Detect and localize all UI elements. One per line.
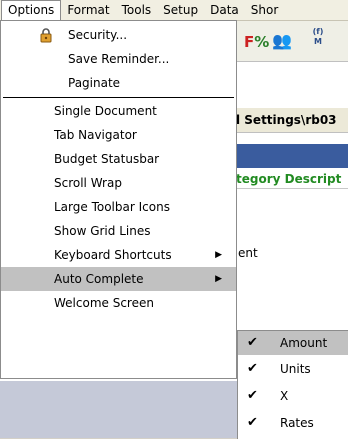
menu-item-scroll-wrap[interactable]: Scroll Wrap: [1, 171, 236, 195]
submenu-arrow-icon: ▶: [215, 250, 222, 260]
submenu-item-label: Amount: [280, 336, 328, 350]
submenu-item-rates[interactable]: ✔ Rates: [238, 411, 348, 435]
formula-percent-icon[interactable]: F%: [244, 33, 269, 51]
submenu-item-x[interactable]: ✔ X: [238, 384, 348, 408]
menu-item-label: Large Toolbar Icons: [54, 200, 170, 214]
checkmark-icon: ✔: [247, 361, 258, 376]
menu-setup[interactable]: Setup: [157, 0, 204, 20]
menu-item-single-document[interactable]: Single Document: [1, 99, 236, 123]
menu-data[interactable]: Data: [204, 0, 245, 20]
menu-item-security[interactable]: Security...: [1, 23, 236, 47]
menu-item-label: Security...: [68, 28, 128, 42]
menu-item-label: Scroll Wrap: [54, 176, 122, 190]
menu-item-label: Save Reminder...: [68, 52, 170, 66]
submenu-arrow-icon: ▶: [215, 274, 222, 284]
file-path-bar: l Settings\rb03: [236, 108, 348, 133]
menu-tools[interactable]: Tools: [116, 0, 158, 20]
menu-item-keyboard-shortcuts[interactable]: Keyboard Shortcuts ▶: [1, 243, 236, 267]
menu-item-save-reminder[interactable]: Save Reminder...: [1, 47, 236, 71]
header-bar: [236, 144, 348, 168]
menu-item-label: Keyboard Shortcuts: [54, 248, 172, 262]
menu-shortcuts[interactable]: Shor: [245, 0, 285, 20]
fm-icon[interactable]: (f) M: [306, 27, 330, 55]
menu-item-auto-complete[interactable]: Auto Complete ▶: [1, 267, 236, 291]
submenu-item-label: Units: [280, 362, 311, 376]
background-text: ent: [238, 246, 258, 260]
category-description-header: tegory Descript: [236, 170, 348, 189]
menu-item-label: Single Document: [54, 104, 157, 118]
checkmark-icon: ✔: [247, 335, 258, 350]
submenu-item-label: Rates: [280, 416, 314, 430]
submenu-item-label: X: [280, 389, 289, 403]
menu-format[interactable]: Format: [61, 0, 115, 20]
menu-separator: [3, 97, 234, 98]
menu-item-label: Paginate: [68, 76, 121, 90]
menu-item-welcome-screen[interactable]: Welcome Screen: [1, 291, 236, 315]
menu-item-label: Budget Statusbar: [54, 152, 160, 166]
menu-item-label: Show Grid Lines: [54, 224, 151, 238]
submenu-item-units[interactable]: ✔ Units: [238, 357, 348, 381]
security-lock-icon: [40, 28, 52, 43]
menu-item-show-grid-lines[interactable]: Show Grid Lines: [1, 219, 236, 243]
menu-options[interactable]: Options: [1, 0, 62, 20]
menu-item-label: Welcome Screen: [54, 296, 154, 310]
menu-item-paginate[interactable]: Paginate: [1, 71, 236, 95]
toolbar: F% 👥 (f) M: [236, 21, 348, 62]
menu-item-label: Auto Complete: [54, 272, 144, 286]
menu-item-budget-statusbar[interactable]: Budget Statusbar: [1, 147, 236, 171]
auto-complete-submenu: ✔ Amount ✔ Units ✔ X ✔ Rates: [237, 330, 348, 439]
options-dropdown: Security... Save Reminder... Paginate Si…: [0, 20, 237, 379]
menu-item-large-toolbar-icons[interactable]: Large Toolbar Icons: [1, 195, 236, 219]
checkmark-icon: ✔: [247, 388, 258, 403]
menubar: Options Format Tools Setup Data Shor: [0, 0, 348, 21]
menu-item-label: Tab Navigator: [54, 128, 137, 142]
menu-item-tab-navigator[interactable]: Tab Navigator: [1, 123, 236, 147]
submenu-item-amount[interactable]: ✔ Amount: [238, 331, 348, 355]
people-icon[interactable]: 👥: [272, 31, 292, 50]
checkmark-icon: ✔: [247, 415, 258, 430]
status-panel: [0, 381, 238, 438]
